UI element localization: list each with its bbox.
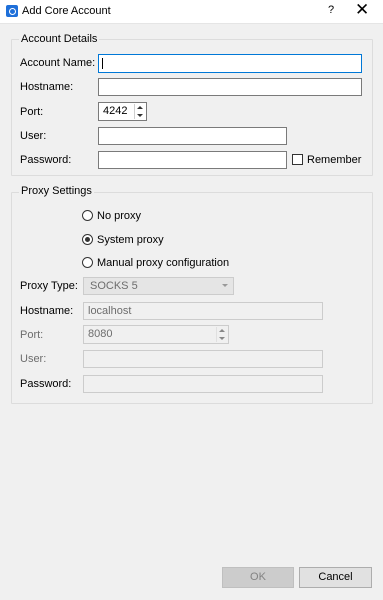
user-input[interactable] <box>98 127 287 145</box>
hostname-input[interactable] <box>98 78 362 96</box>
proxy-password-input[interactable] <box>83 375 323 393</box>
title-bar: Add Core Account ? ✕ <box>0 0 383 24</box>
proxy-hostname-label: Hostname: <box>20 305 74 317</box>
no-proxy-label[interactable]: No proxy <box>97 210 141 222</box>
spin-arrows[interactable] <box>216 327 227 342</box>
system-proxy-radio[interactable] <box>82 234 93 245</box>
help-button[interactable]: ? <box>328 4 334 16</box>
spin-down-icon[interactable] <box>137 114 143 117</box>
password-input[interactable] <box>98 151 287 169</box>
proxy-type-select[interactable]: SOCKS 5 <box>83 277 234 295</box>
system-proxy-label[interactable]: System proxy <box>97 234 164 246</box>
cancel-button[interactable]: Cancel <box>299 567 372 588</box>
proxy-settings-group <box>11 192 373 404</box>
proxy-hostname-input[interactable]: localhost <box>83 302 323 320</box>
account-name-input[interactable] <box>98 54 362 73</box>
proxy-port-value: 8080 <box>88 328 113 340</box>
remember-checkbox[interactable] <box>292 154 303 165</box>
proxy-port-spinbox[interactable]: 8080 <box>83 325 229 344</box>
manual-proxy-radio[interactable] <box>82 257 93 268</box>
spin-up-icon[interactable] <box>137 106 143 109</box>
account-name-label: Account Name: <box>20 57 96 69</box>
manual-proxy-label[interactable]: Manual proxy configuration <box>97 257 229 269</box>
proxy-type-label: Proxy Type: <box>20 280 78 292</box>
ok-button[interactable]: OK <box>222 567 294 588</box>
user-label: User: <box>20 130 47 142</box>
proxy-port-label: Port: <box>20 329 44 341</box>
spin-arrows[interactable] <box>134 104 145 119</box>
spin-down-icon[interactable] <box>219 337 225 340</box>
account-details-title: Account Details <box>19 33 100 45</box>
text-caret <box>102 58 103 69</box>
spin-up-icon[interactable] <box>219 329 225 332</box>
proxy-password-label: Password: <box>20 378 72 390</box>
password-label: Password: <box>20 154 72 166</box>
remember-label[interactable]: Remember <box>307 154 361 166</box>
app-icon <box>6 5 18 17</box>
proxy-user-input[interactable] <box>83 350 323 368</box>
port-spinbox[interactable]: 4242 <box>98 102 147 121</box>
port-label: Port: <box>20 106 44 118</box>
window-title: Add Core Account <box>22 5 111 17</box>
close-icon[interactable]: ✕ <box>355 1 369 19</box>
port-value: 4242 <box>103 105 128 117</box>
proxy-type-value: SOCKS 5 <box>90 280 138 292</box>
chevron-down-icon <box>222 284 228 287</box>
no-proxy-radio[interactable] <box>82 210 93 221</box>
hostname-label: Hostname: <box>20 81 74 93</box>
proxy-user-label: User: <box>20 353 47 365</box>
proxy-settings-title: Proxy Settings <box>19 185 94 197</box>
